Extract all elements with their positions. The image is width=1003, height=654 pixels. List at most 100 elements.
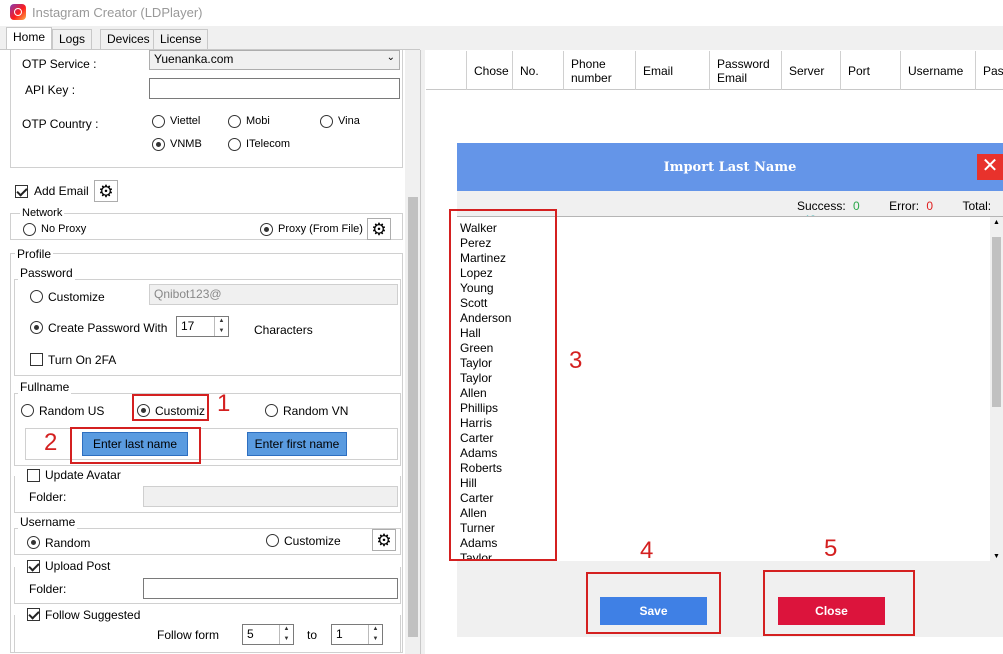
grid-col-password-email[interactable]: Password Email [710,51,782,90]
grid-col-no[interactable]: No. [513,51,564,90]
annotation-number-2: 2 [44,429,58,456]
tab-devices[interactable]: Devices [100,29,157,49]
grid-col-server[interactable]: Server [782,51,841,90]
grid-col-username[interactable]: Username [901,51,976,90]
radio-itelecom-label: ITelecom [246,138,291,150]
annotation-box-4 [586,572,721,634]
otp-service-select[interactable]: Yuenanka.com ⌄ [149,50,400,70]
settings-panel: OTP Service : Yuenanka.com ⌄ API Key : O… [0,50,421,654]
radio-itelecom[interactable] [228,138,241,151]
chevron-down-icon[interactable]: ▼ [993,553,1000,560]
chevron-down-icon[interactable]: ▼ [215,327,228,337]
network-group-label: Network [20,207,65,219]
radio-no-proxy-label: No Proxy [41,223,87,235]
chevron-up-icon[interactable]: ▲ [280,625,293,635]
annotation-box-5 [763,570,915,636]
radio-random-us[interactable] [21,404,34,417]
password-length-stepper[interactable]: 17 ▲ ▼ [176,316,229,337]
title-bar: Instagram Creator (LDPlayer) [0,0,1003,26]
api-key-input[interactable] [149,78,400,99]
radio-username-customize-label: Customize [284,534,341,548]
total-label: Total: [962,199,992,213]
upload-post-folder-input[interactable] [143,578,398,599]
radio-mobi[interactable] [228,115,241,128]
error-count: 0 [926,199,934,213]
follow-from-value: 5 [247,627,254,641]
avatar-folder-label: Folder: [29,490,67,504]
password-length-value: 17 [181,319,195,333]
radio-create-password-label: Create Password With [48,321,168,335]
follow-form-label: Follow form [157,628,220,642]
gear-icon: ⚙ [376,530,392,550]
follow-to-stepper[interactable]: 1 ▲ ▼ [331,624,383,645]
names-scrollbar[interactable]: ▲ ▼ [990,217,1003,561]
tab-license[interactable]: License [153,29,209,49]
custom-password-input[interactable]: Qnibot123@ [149,284,398,305]
radio-username-random-label: Random [45,536,91,550]
radio-viettel[interactable] [152,115,165,128]
grid-col-select[interactable] [426,51,467,90]
add-email-settings-button[interactable]: ⚙ [94,180,118,202]
radio-create-password[interactable] [30,321,43,334]
radio-vnmb[interactable] [152,138,165,151]
gear-icon: ⚙ [98,181,114,201]
radio-vina[interactable] [320,115,333,128]
grid-col-port[interactable]: Port [841,51,901,90]
chevron-up-icon[interactable]: ▲ [993,219,1000,226]
grid-header: Chose No. Phone number Email Password Em… [426,51,1003,90]
radio-no-proxy[interactable] [23,223,36,236]
chevron-down-icon[interactable]: ▼ [280,635,293,645]
scrollbar-thumb[interactable] [408,197,418,637]
window-title: Instagram Creator (LDPlayer) [32,5,203,20]
radio-username-random[interactable] [27,536,40,549]
error-label: Error: [889,199,920,213]
follow-to-value: 1 [336,627,343,641]
annotation-number-4: 4 [640,537,654,564]
grid-col-pass[interactable]: Pass [976,51,1003,90]
annotation-box-3 [449,209,557,561]
instagram-icon [10,4,26,20]
two-fa-checkbox[interactable] [30,353,43,366]
otp-service-value: Yuenanka.com [154,52,234,66]
grid-col-email[interactable]: Email [636,51,710,90]
network-settings-button[interactable]: ⚙ [367,218,391,240]
grid-col-chose[interactable]: Chose [467,51,513,90]
chevron-down-icon[interactable]: ▼ [369,635,382,645]
radio-vnmb-label: VNMB [170,138,202,150]
fullname-group-label: Fullname [18,380,72,394]
annotation-number-3: 3 [569,347,583,374]
follow-to-label: to [307,628,318,642]
radio-viettel-label: Viettel [170,115,201,127]
names-scrollbar-thumb[interactable] [992,237,1001,407]
username-settings-button[interactable]: ⚙ [372,529,396,551]
close-icon: ✕ [981,155,999,177]
settings-scrollbar[interactable] [405,50,420,654]
dialog-title: Import Last Name [663,160,797,175]
radio-vina-label: Vina [338,115,360,127]
enter-first-name-button[interactable]: Enter first name [247,432,347,456]
upload-post-folder-label: Folder: [29,582,67,596]
chevron-up-icon[interactable]: ▲ [215,317,228,327]
two-fa-label: Turn On 2FA [48,353,117,367]
radio-username-customize[interactable] [266,534,279,547]
grid-col-phone[interactable]: Phone number [564,51,636,90]
radio-password-customize-label: Customize [48,290,105,304]
follow-from-stepper[interactable]: 5 ▲ ▼ [242,624,294,645]
radio-random-vn[interactable] [265,404,278,417]
avatar-folder-input[interactable] [143,486,398,507]
annotation-number-5: 5 [824,535,838,562]
tab-logs[interactable]: Logs [52,29,93,49]
chevron-up-icon[interactable]: ▲ [369,625,382,635]
password-group-label: Password [18,266,75,280]
add-email-label: Add Email [34,184,89,198]
radio-password-customize[interactable] [30,290,43,303]
tab-home[interactable]: Home [6,27,53,50]
radio-proxy-file[interactable] [260,223,273,236]
success-count: 0 [853,199,860,213]
dialog-close-button[interactable]: ✕ [977,154,1003,180]
annotation-number-1: 1 [217,390,231,417]
gear-icon: ⚙ [371,219,387,239]
radio-random-vn-label: Random VN [283,404,349,418]
add-email-checkbox[interactable] [15,185,28,198]
radio-proxy-file-label: Proxy (From File) [278,223,363,235]
